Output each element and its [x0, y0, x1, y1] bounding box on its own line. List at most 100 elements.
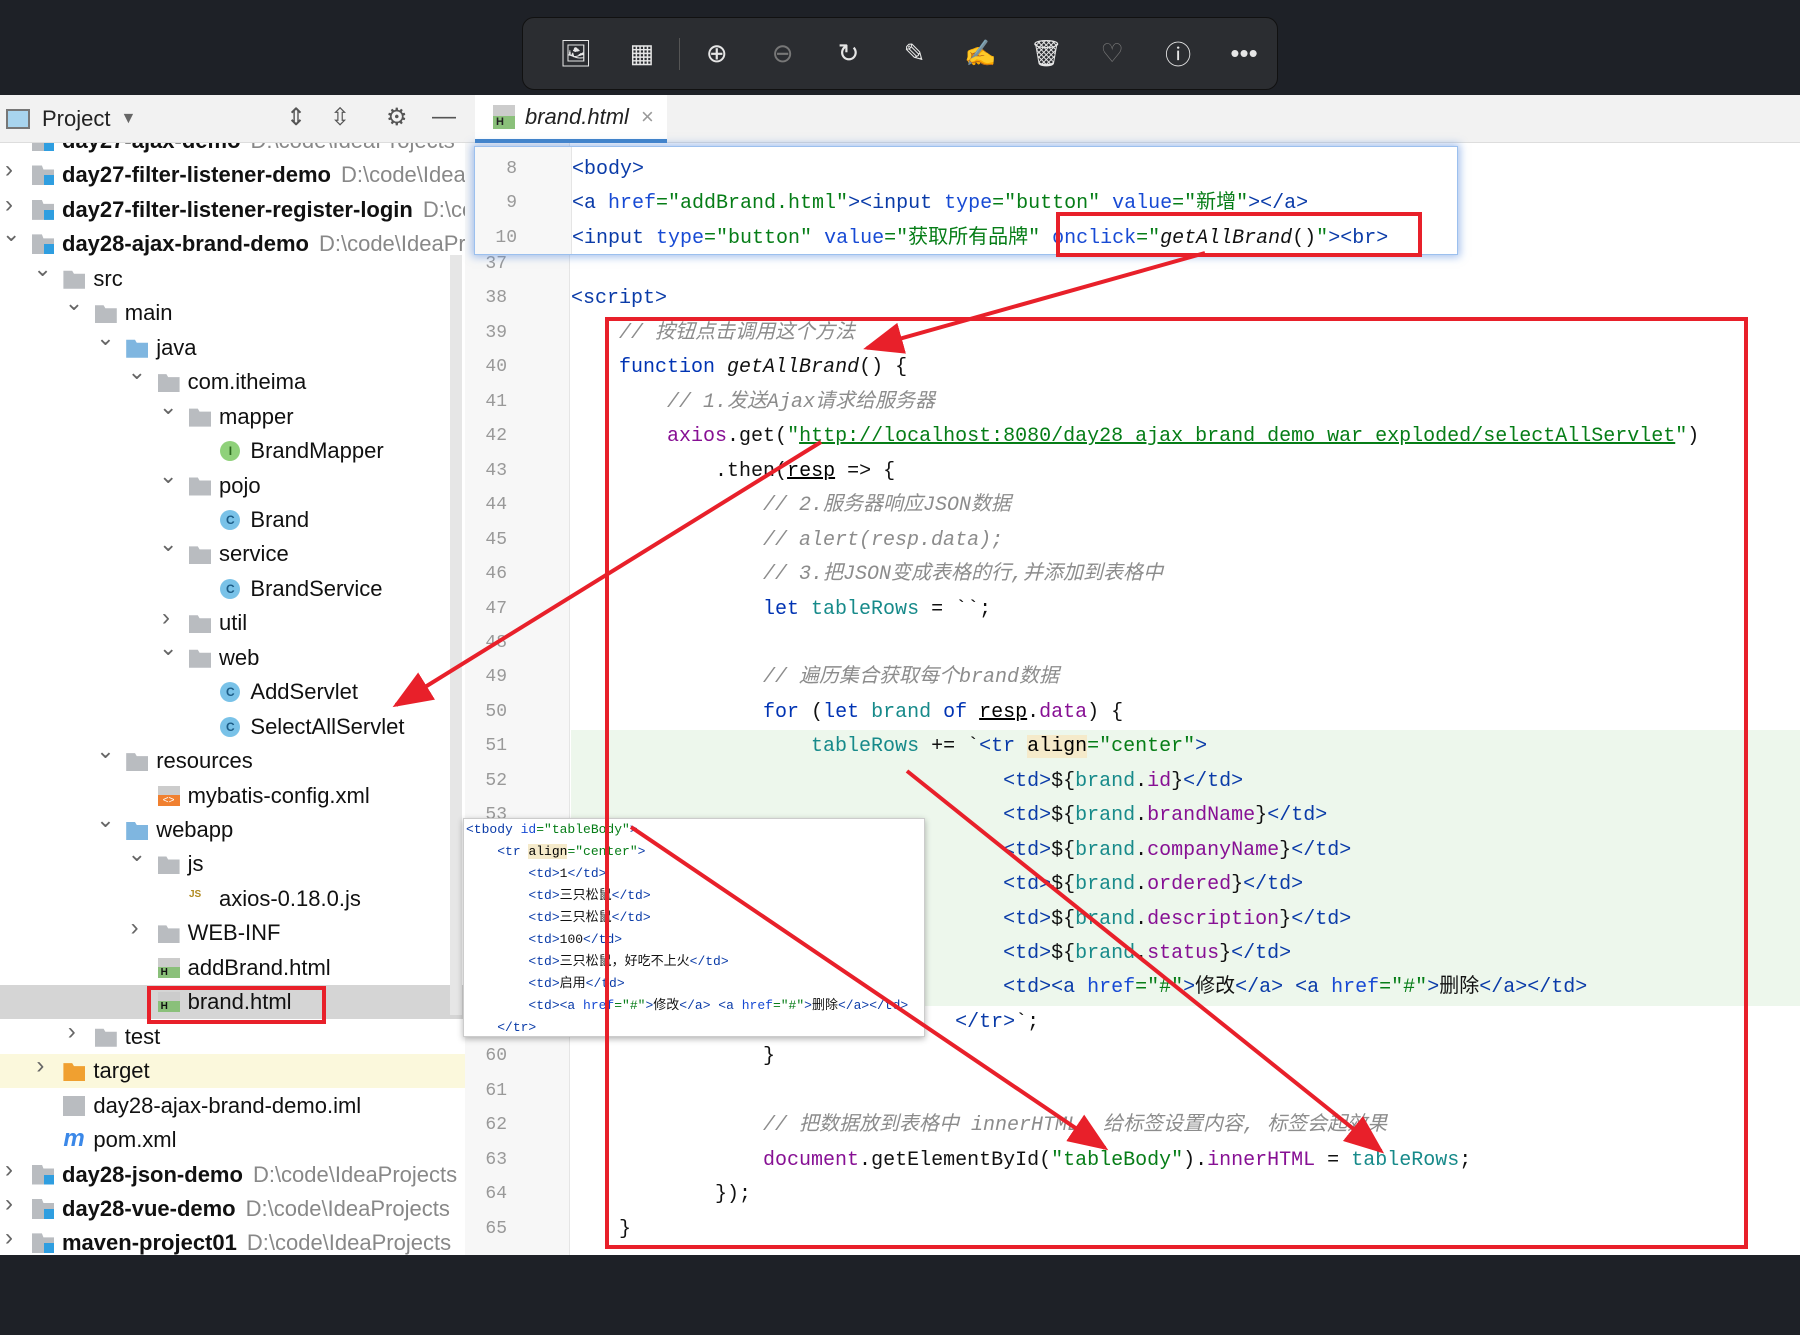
code-line[interactable]: <td>${brand.id}</td>	[571, 765, 1243, 799]
chevron-right-icon[interactable]: ›	[2, 191, 16, 219]
tree-item[interactable]: ⌄ web	[0, 635, 465, 675]
tree-item[interactable]: C Brand	[0, 503, 465, 537]
cls-icon: C	[220, 682, 241, 703]
tree-item[interactable]: ⌄ com.itheima	[0, 359, 465, 399]
chevron-right-icon[interactable]: ›	[159, 604, 173, 632]
tree-item[interactable]: › day27-filter-listener-register-login D:\…	[0, 191, 465, 227]
tree-item[interactable]: ⌄ resources	[0, 738, 465, 778]
tree-item[interactable]: <> mybatis-config.xml	[0, 779, 465, 813]
code-line[interactable]: // 1.发送Ajax请求给服务器	[571, 386, 935, 420]
collapse-all-icon[interactable]: ⇳	[330, 103, 350, 132]
project-panel-title[interactable]: Project	[42, 106, 110, 132]
chevron-down-icon[interactable]: ⌄	[33, 256, 51, 282]
folder-icon	[126, 753, 149, 772]
gear-icon[interactable]: ⚙	[386, 103, 408, 132]
code-line[interactable]: .then(resp => {	[571, 455, 895, 489]
code-line[interactable]: // 3.把JSON变成表格的行,并添加到表格中	[571, 558, 1163, 592]
tree-item[interactable]: ⌄ service	[0, 531, 465, 571]
tree-item[interactable]: › day27-filter-listener-demo D:\code\IdeaP…	[0, 156, 465, 192]
minimize-icon[interactable]: —	[432, 103, 456, 131]
chevron-down-icon[interactable]: ⌄	[159, 635, 177, 661]
code-line[interactable]: // alert(resp.data);	[571, 524, 1003, 558]
code-line[interactable]: // 按钮点击调用这个方法	[571, 317, 855, 351]
tree-item[interactable]: ⌄ pojo	[0, 463, 465, 503]
rotate-icon[interactable]: ↻	[816, 29, 882, 79]
tree-item[interactable]: › WEB-INF	[0, 914, 465, 950]
tree-item[interactable]: C BrandService	[0, 572, 465, 606]
image-icon[interactable]: 🖼	[543, 29, 609, 79]
code-line[interactable]: function getAllBrand() {	[571, 351, 907, 385]
code-line[interactable]: document.getElementById("tableBody").inn…	[571, 1144, 1471, 1178]
edit-image-icon[interactable]: ✎	[882, 29, 948, 79]
tree-item[interactable]: ⌄ day28-ajax-brand-demo D:\code\IdeaProjec…	[0, 221, 465, 261]
tree-item[interactable]: ⌄ main	[0, 290, 465, 330]
code-line[interactable]: }	[571, 1213, 631, 1247]
tree-item[interactable]: HaddBrand.html	[0, 951, 465, 985]
chevron-right-icon[interactable]: ›	[2, 156, 16, 184]
code-line[interactable]: let tableRows = ``;	[571, 593, 991, 627]
code-token: href	[741, 998, 773, 1013]
tree-item[interactable]: › maven-project01 D:\code\IdeaProjects	[0, 1224, 465, 1255]
tree-item[interactable]: ⌄ java	[0, 325, 465, 365]
tree-item[interactable]: › day28-vue-demo D:\code\IdeaProjects	[0, 1190, 465, 1226]
tree-item[interactable]: Hbrand.html	[0, 985, 465, 1020]
code-editor[interactable]: 3738394041424344454647484950515253545556…	[465, 143, 1800, 1255]
code-line[interactable]: for (let brand of resp.data) {	[571, 696, 1123, 730]
code-token: </td>	[611, 910, 651, 925]
tree-item[interactable]: › target	[0, 1052, 465, 1089]
chevron-right-icon[interactable]: ›	[2, 1224, 16, 1252]
tree-item[interactable]: C AddServlet	[0, 675, 465, 709]
delete-icon[interactable]: 🗑	[1013, 29, 1079, 79]
chevron-right-icon[interactable]: ›	[2, 1156, 16, 1184]
chevron-down-icon[interactable]: ⌄	[65, 290, 83, 316]
code-line[interactable]: // 2.服务器响应JSON数据	[571, 489, 1011, 523]
info-icon[interactable]: ⓘ	[1145, 29, 1211, 79]
tree-item[interactable]: m pom.xml	[0, 1123, 465, 1157]
chevron-right-icon[interactable]: ›	[2, 143, 16, 150]
tree-item[interactable]: › util	[0, 604, 465, 640]
chevron-down-icon[interactable]: ⌄	[128, 359, 146, 385]
code-line[interactable]: });	[571, 1178, 751, 1212]
tree-item[interactable]: › test	[0, 1018, 465, 1054]
zoom-out-icon[interactable]: ⊖	[750, 29, 816, 79]
code-line[interactable]: <script>	[571, 282, 667, 316]
chevron-down-icon[interactable]: ⌄	[159, 463, 177, 489]
close-icon[interactable]: ×	[641, 104, 654, 130]
tree-item-name: webapp	[156, 817, 234, 842]
chevron-down-icon[interactable]: ⌄	[96, 738, 114, 764]
tab-brand-html[interactable]: H brand.html ×	[475, 95, 667, 143]
chevron-down-icon[interactable]: ⌄	[159, 531, 177, 557]
zoom-in-icon[interactable]: ⊕	[684, 29, 750, 79]
chevron-down-icon[interactable]: ⌄	[96, 325, 114, 351]
tree-item[interactable]: day28-ajax-brand-demo.iml	[0, 1089, 465, 1123]
tree-item[interactable]: › day28-json-demo D:\code\IdeaProjects	[0, 1156, 465, 1192]
tree-item[interactable]: ⌄ js	[0, 841, 465, 881]
code-line[interactable]: // 遍历集合获取每个brand数据	[571, 661, 1059, 695]
code-line[interactable]: tableRows += `<tr align="center">	[571, 730, 1207, 764]
chevron-right-icon[interactable]: ›	[128, 914, 142, 942]
tree-item[interactable]: JS axios-0.18.0.js	[0, 882, 465, 916]
gallery-favorite-icon[interactable]: ▦	[609, 29, 675, 79]
chevron-down-icon[interactable]: ⌄	[159, 394, 177, 420]
chevron-down-icon[interactable]: ⌄	[128, 841, 146, 867]
tree-item[interactable]: ⌄ webapp	[0, 807, 465, 847]
preview-line: <td>三只松鼠</td>	[466, 907, 651, 929]
code-line[interactable]: // 把数据放到表格中 innerHTML: 给标签设置内容, 标签会起效果	[571, 1109, 1387, 1143]
code-line[interactable]: }	[571, 1040, 775, 1074]
tree-item[interactable]: C SelectAllServlet	[0, 710, 465, 744]
chevron-right-icon[interactable]: ›	[33, 1052, 47, 1080]
code-line[interactable]: axios.get("http://localhost:8080/day28_a…	[571, 420, 1699, 454]
tree-item[interactable]: I BrandMapper	[0, 434, 465, 468]
chevron-right-icon[interactable]: ›	[65, 1018, 79, 1046]
chevron-down-icon[interactable]: ⌄	[96, 807, 114, 833]
expand-all-icon[interactable]: ⇕	[286, 103, 306, 132]
chevron-right-icon[interactable]: ›	[2, 1190, 16, 1218]
chevron-down-icon[interactable]: ▼	[120, 110, 136, 128]
tree-item[interactable]: ⌄ mapper	[0, 394, 465, 434]
chevron-down-icon[interactable]: ⌄	[2, 221, 20, 247]
project-scrollbar[interactable]	[450, 255, 462, 1015]
draw-icon[interactable]: ✍	[947, 29, 1013, 79]
favorite-icon[interactable]: ♡	[1079, 29, 1145, 79]
tree-item[interactable]: › day27-ajax-demo D:\code\IdeaProjects	[0, 143, 465, 158]
more-icon[interactable]: •••	[1211, 29, 1277, 79]
